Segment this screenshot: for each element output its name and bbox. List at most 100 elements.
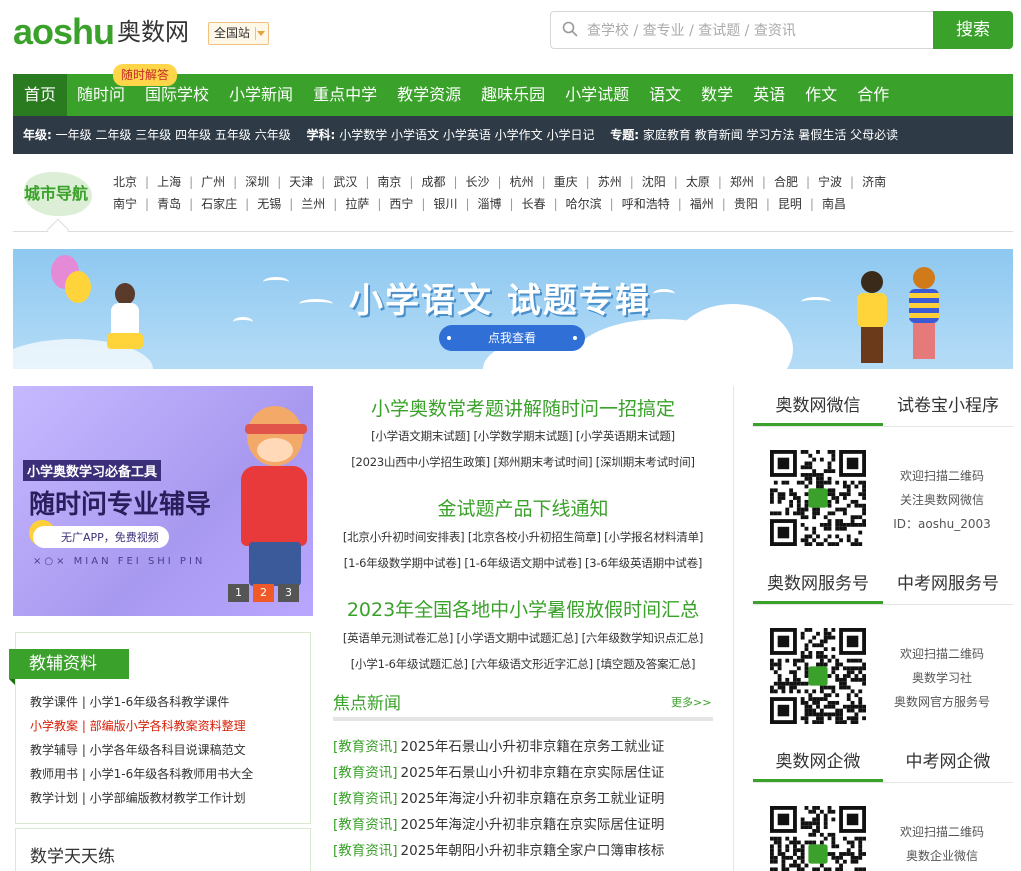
news-row[interactable]: [教育资讯] 2025年石景山小升初非京籍在京实际居住证: [333, 760, 713, 786]
news-category[interactable]: [教育资讯]: [333, 817, 398, 833]
news-category[interactable]: [教育资讯]: [333, 843, 398, 859]
carousel-dot[interactable]: 3: [278, 584, 299, 602]
city-link[interactable]: 长春: [522, 195, 546, 212]
news-row[interactable]: [教育资讯] 2025年海淀小升初非京籍在京务工就业证明: [333, 786, 713, 812]
news-title[interactable]: 2025年石景山小升初非京籍在京务工就业证: [401, 739, 665, 755]
nav-item-10[interactable]: 英语: [743, 74, 795, 116]
city-link[interactable]: 上海: [157, 173, 181, 190]
qr-tab[interactable]: 奥数网微信: [753, 386, 883, 426]
qr-tab[interactable]: 中考网企微: [883, 742, 1013, 782]
city-link[interactable]: 昆明: [778, 195, 802, 212]
link-row-3a[interactable]: [英语单元测试卷汇总] [小学语文期中试题汇总] [六年级数学知识点汇总]: [333, 630, 713, 646]
search-input[interactable]: [587, 19, 917, 43]
city-link[interactable]: 苏州: [598, 173, 622, 190]
banner-view-button[interactable]: 点我查看: [439, 325, 585, 351]
qr-caption-line: 欢迎扫描二维码: [899, 469, 984, 483]
city-link[interactable]: 北京: [113, 173, 137, 190]
city-link[interactable]: 宁波: [818, 173, 842, 190]
city-link[interactable]: 南京: [377, 173, 401, 190]
site-logo[interactable]: aoshu 奥数网: [13, 14, 189, 50]
carousel-dot[interactable]: 1: [228, 584, 249, 602]
nav-item-7[interactable]: 小学试题: [555, 74, 639, 116]
city-link[interactable]: 广州: [201, 173, 225, 190]
city-link[interactable]: 重庆: [554, 173, 578, 190]
city-link[interactable]: 石家庄: [201, 195, 237, 212]
headline-1[interactable]: 小学奥数常考题讲解随时问一招搞定: [333, 394, 713, 421]
city-link[interactable]: 贵阳: [734, 195, 758, 212]
link-row-2a[interactable]: [北京小升初时间安排表] [北京各校小升初招生简章] [小学报名材料清单]: [333, 529, 713, 545]
nav-item-12[interactable]: 合作: [847, 74, 899, 116]
news-category[interactable]: [教育资讯]: [333, 739, 398, 755]
news-row[interactable]: [教育资讯] 2025年朝阳小升初非京籍全家户口簿审核标: [333, 838, 713, 864]
carousel-pinyin: ×○× MIAN FEI SHI PIN: [33, 556, 206, 567]
city-link[interactable]: 深圳: [245, 173, 269, 190]
city-link[interactable]: 福州: [690, 195, 714, 212]
tutor-list-item[interactable]: 教师用书 | 小学1-6年级各科教师用书大全: [30, 762, 253, 786]
city-link[interactable]: 哈尔滨: [566, 195, 602, 212]
city-link[interactable]: 合肥: [774, 173, 798, 190]
link-row-3b[interactable]: [小学1-6年级试题汇总] [六年级语文形近字汇总] [填空题及答案汇总]: [333, 656, 713, 672]
city-link[interactable]: 西宁: [389, 195, 413, 212]
focus-news-more-link[interactable]: 更多>>: [671, 694, 711, 710]
city-link[interactable]: 郑州: [730, 173, 754, 190]
nav-item-5[interactable]: 教学资源: [387, 74, 471, 116]
city-separator: |: [453, 175, 458, 189]
nav-item-3[interactable]: 小学新闻: [219, 74, 303, 116]
qr-tab[interactable]: 奥数网服务号: [753, 564, 883, 604]
news-title[interactable]: 2025年石景山小升初非京籍在京实际居住证: [401, 765, 665, 781]
city-link[interactable]: 淄博: [478, 195, 502, 212]
city-link[interactable]: 无锡: [257, 195, 281, 212]
news-category[interactable]: [教育资讯]: [333, 791, 398, 807]
headline-3[interactable]: 2023年全国各地中小学暑假放假时间汇总: [333, 595, 713, 622]
tutor-list-item[interactable]: 小学教案 | 部编版小学各科教案资料整理: [30, 714, 253, 738]
sub-nav: 年级: 一年级 二年级 三年级 四年级 五年级 六年级 学科: 小学数学 小学语…: [13, 116, 1013, 154]
qr-tab[interactable]: 中考网服务号: [883, 564, 1013, 604]
nav-item-0[interactable]: 首页: [13, 74, 68, 116]
search-button[interactable]: 搜索: [933, 11, 1013, 49]
news-title[interactable]: 2025年海淀小升初非京籍在京务工就业证明: [401, 791, 665, 807]
news-title[interactable]: 2025年朝阳小升初非京籍全家户口簿审核标: [401, 843, 665, 859]
nav-item-11[interactable]: 作文: [795, 74, 847, 116]
city-link[interactable]: 济南: [862, 173, 886, 190]
news-category[interactable]: [教育资讯]: [333, 765, 398, 781]
topic-links[interactable]: 家庭教育 教育新闻 学习方法 暑假生活 父母必读: [643, 128, 898, 142]
city-link[interactable]: 太原: [686, 173, 710, 190]
nav-item-6[interactable]: 趣味乐园: [471, 74, 555, 116]
subject-links[interactable]: 小学数学 小学语文 小学英语 小学作文 小学日记: [339, 128, 594, 142]
city-link[interactable]: 拉萨: [345, 195, 369, 212]
city-link[interactable]: 兰州: [301, 195, 325, 212]
news-row[interactable]: [教育资讯] 2025年石景山小升初非京籍在京务工就业证: [333, 734, 713, 760]
city-link[interactable]: 武汉: [333, 173, 357, 190]
nav-item-4[interactable]: 重点中学: [303, 74, 387, 116]
city-link[interactable]: 沈阳: [642, 173, 666, 190]
city-link[interactable]: 杭州: [510, 173, 534, 190]
city-link[interactable]: 呼和浩特: [622, 195, 670, 212]
city-link[interactable]: 天津: [289, 173, 313, 190]
city-link[interactable]: 成都: [421, 173, 445, 190]
link-row-2b[interactable]: [1-6年级数学期中试卷] [1-6年级语文期中试卷] [3-6年级英语期中试卷…: [333, 555, 713, 571]
grade-links[interactable]: 一年级 二年级 三年级 四年级 五年级 六年级: [56, 128, 291, 142]
carousel[interactable]: 小学奥数学习必备工具 随时问专业辅导 无广APP，免费视频 ×○× MIAN F…: [13, 386, 313, 616]
carousel-dot[interactable]: 2: [253, 584, 274, 602]
city-link[interactable]: 长沙: [466, 173, 490, 190]
site-selector[interactable]: 全国站: [208, 22, 269, 45]
city-link[interactable]: 青岛: [157, 195, 181, 212]
link-row-1a[interactable]: [小学语文期末试题] [小学数学期末试题] [小学英语期末试题]: [333, 428, 713, 444]
tutor-list-item[interactable]: 教学课件 | 小学1-6年级各科教学课件: [30, 690, 253, 714]
tutor-list-item[interactable]: 教学计划 | 小学部编版教材教学工作计划: [30, 786, 253, 810]
city-link[interactable]: 南昌: [822, 195, 846, 212]
promo-banner[interactable]: 小学语文 试题专辑 点我查看: [13, 249, 1013, 369]
city-separator: |: [145, 175, 150, 189]
nav-item-9[interactable]: 数学: [691, 74, 743, 116]
city-link[interactable]: 南宁: [113, 195, 137, 212]
news-title[interactable]: 2025年海淀小升初非京籍在京实际居住证明: [401, 817, 665, 833]
tutor-list-item[interactable]: 教学辅导 | 小学各年级各科目说课稿范文: [30, 738, 253, 762]
qr-tab[interactable]: 奥数网企微: [753, 742, 883, 782]
link-row-1b[interactable]: [2023山西中小学招生政策] [郑州期末考试时间] [深圳期末考试时间]: [333, 454, 713, 470]
city-link[interactable]: 银川: [433, 195, 457, 212]
nav-item-8[interactable]: 语文: [639, 74, 691, 116]
site-selector-label: 全国站: [214, 26, 251, 40]
headline-2[interactable]: 金试题产品下线通知: [333, 494, 713, 521]
qr-tab[interactable]: 试卷宝小程序: [883, 386, 1013, 426]
news-row[interactable]: [教育资讯] 2025年海淀小升初非京籍在京实际居住证明: [333, 812, 713, 838]
